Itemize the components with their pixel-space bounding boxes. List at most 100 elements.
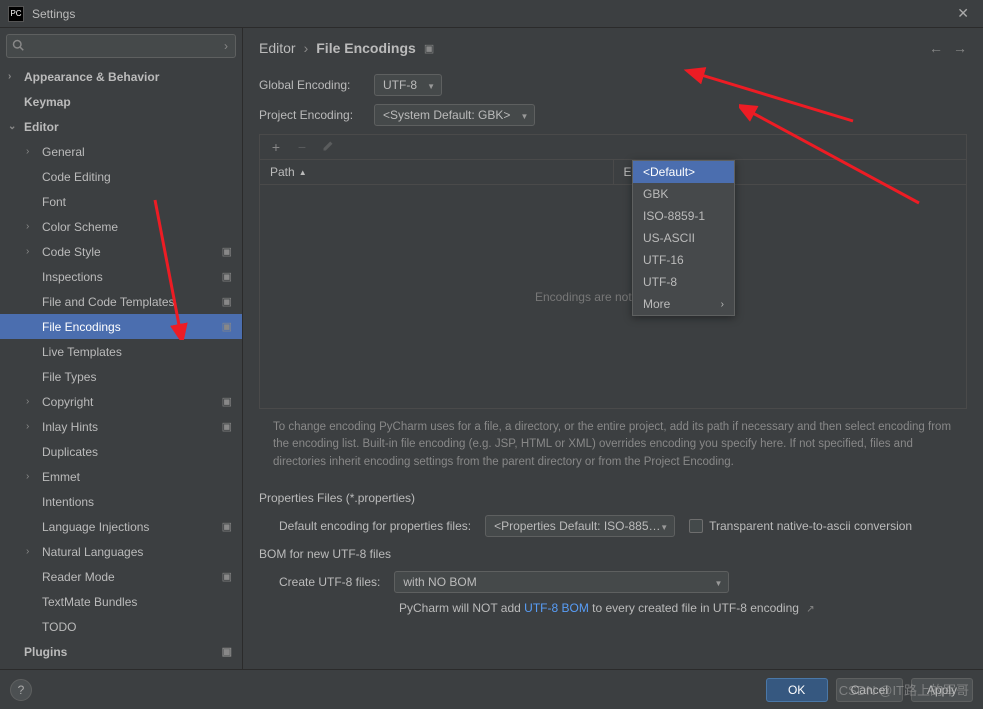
close-button[interactable]: ✕ xyxy=(951,5,975,22)
tree-item-label: Copyright xyxy=(42,395,93,409)
tree-item-label: TextMate Bundles xyxy=(42,595,137,609)
tree-item[interactable]: File Encodings▣ xyxy=(0,314,242,339)
search-input[interactable] xyxy=(6,34,236,58)
tree-item[interactable]: Reader Mode▣ xyxy=(0,564,242,589)
breadcrumb-current: File Encodings xyxy=(316,40,416,56)
transparent-conversion-checkbox[interactable]: Transparent native-to-ascii conversion xyxy=(689,519,912,533)
path-column-header[interactable]: Path ▲ xyxy=(260,160,614,184)
tree-item[interactable]: › Copyright ▣ xyxy=(0,389,242,414)
modified-icon: ▣ xyxy=(222,245,232,258)
apply-button[interactable]: Apply xyxy=(911,678,973,702)
tree-item-label: General xyxy=(42,145,85,159)
tree-item[interactable]: ›Inlay Hints▣ xyxy=(0,414,242,439)
chevron-down-icon: ▼ xyxy=(714,579,722,588)
tree-item[interactable]: ›Emmet xyxy=(0,464,242,489)
window-title: Settings xyxy=(32,7,951,21)
menu-item[interactable]: UTF-16 xyxy=(633,249,734,271)
tree-item[interactable]: TextMate Bundles xyxy=(0,589,242,614)
menu-item[interactable]: More› xyxy=(633,293,734,315)
tree-item[interactable]: Keymap xyxy=(0,89,242,114)
app-logo: PC xyxy=(8,6,24,22)
modified-icon: ▣ xyxy=(222,270,232,283)
chevron-down-icon: ▼ xyxy=(660,523,668,532)
modified-icon: ▣ xyxy=(222,395,232,408)
external-link-icon: ↗ xyxy=(806,604,814,615)
breadcrumb-parent[interactable]: Editor xyxy=(259,40,296,56)
nav-forward-button[interactable]: → xyxy=(953,40,967,56)
tree-item[interactable]: ›General xyxy=(0,139,242,164)
modified-icon: ▣ xyxy=(222,645,232,658)
breadcrumb: Editor › File Encodings ▣ ← → xyxy=(259,40,967,56)
project-encoding-dropdown[interactable]: <System Default: GBK> ▼ xyxy=(374,104,535,126)
search-next-icon[interactable]: › xyxy=(224,39,228,53)
encoding-table-body: Encodings are not configured xyxy=(259,185,967,409)
tree-item-label: TODO xyxy=(42,620,76,634)
chevron-icon: › xyxy=(26,546,38,557)
menu-item[interactable]: UTF-8 xyxy=(633,271,734,293)
tree-item-label: File Encodings xyxy=(42,320,121,334)
settings-tree: ›Appearance & BehaviorKeymap⌄Editor›Gene… xyxy=(0,64,242,669)
tree-item[interactable]: ›Code Style▣ xyxy=(0,239,242,264)
tree-item-label: Editor xyxy=(24,120,59,134)
chevron-icon: ⌄ xyxy=(8,121,20,132)
tree-item-label: Code Editing xyxy=(42,170,111,184)
chevron-icon: › xyxy=(26,421,38,432)
tree-item[interactable]: File Types xyxy=(0,364,242,389)
tree-item[interactable]: Plugins▣ xyxy=(0,639,242,664)
checkbox-icon xyxy=(689,519,703,533)
chevron-icon: › xyxy=(26,396,38,407)
ok-button[interactable]: OK xyxy=(766,678,828,702)
tree-item-label: Duplicates xyxy=(42,445,98,459)
tree-item-label: File Types xyxy=(42,370,96,384)
tree-item[interactable]: File and Code Templates▣ xyxy=(0,289,242,314)
tree-item-label: Font xyxy=(42,195,66,209)
tree-item[interactable]: Language Injections ▣ xyxy=(0,514,242,539)
tree-item[interactable]: Inspections ▣ xyxy=(0,264,242,289)
path-toolbar: + − xyxy=(259,134,967,159)
chevron-right-icon: › xyxy=(304,40,309,56)
tree-item[interactable]: ›Natural Languages xyxy=(0,539,242,564)
modified-icon: ▣ xyxy=(222,520,232,533)
tree-item-label: Inspections xyxy=(42,270,103,284)
project-encoding-label: Project Encoding: xyxy=(259,108,374,122)
help-text: To change encoding PyCharm uses for a fi… xyxy=(259,409,967,481)
help-button[interactable]: ? xyxy=(10,679,32,701)
tree-item[interactable]: Intentions xyxy=(0,489,242,514)
global-encoding-dropdown[interactable]: UTF-8 ▼ xyxy=(374,74,442,96)
remove-button: − xyxy=(294,139,310,155)
tree-item-label: Appearance & Behavior xyxy=(24,70,159,84)
utf8-bom-link[interactable]: UTF-8 BOM xyxy=(524,601,589,615)
add-button[interactable]: + xyxy=(268,139,284,155)
modified-icon: ▣ xyxy=(424,42,434,55)
sort-asc-icon: ▲ xyxy=(299,168,307,177)
create-utf8-dropdown[interactable]: with NO BOM ▼ xyxy=(394,571,729,593)
cancel-button[interactable]: Cancel xyxy=(836,678,903,702)
tree-item-label: Keymap xyxy=(24,95,71,109)
chevron-icon: › xyxy=(8,71,20,82)
tree-item[interactable]: ›Color Scheme xyxy=(0,214,242,239)
modified-icon: ▣ xyxy=(222,420,232,433)
tree-item[interactable]: › Appearance & Behavior xyxy=(0,64,242,89)
tree-item-label: Color Scheme xyxy=(42,220,118,234)
menu-item[interactable]: <Default> xyxy=(633,161,734,183)
global-encoding-label: Global Encoding: xyxy=(259,78,374,92)
chevron-right-icon: › xyxy=(721,299,724,310)
menu-item[interactable]: US-ASCII xyxy=(633,227,734,249)
menu-item[interactable]: GBK xyxy=(633,183,734,205)
edit-button xyxy=(320,139,336,155)
tree-item[interactable]: Live Templates xyxy=(0,339,242,364)
search-icon xyxy=(12,39,24,54)
chevron-down-icon: ▼ xyxy=(427,82,435,91)
tree-item-label: Emmet xyxy=(42,470,80,484)
tree-item[interactable]: Font xyxy=(0,189,242,214)
properties-encoding-dropdown[interactable]: <Properties Default: ISO-885… ▼ xyxy=(485,515,675,537)
tree-item[interactable]: ⌄ Editor xyxy=(0,114,242,139)
tree-item-label: Language Injections xyxy=(42,520,149,534)
tree-item[interactable]: Code Editing xyxy=(0,164,242,189)
chevron-icon: › xyxy=(26,246,38,257)
tree-item[interactable]: TODO xyxy=(0,614,242,639)
menu-item[interactable]: ISO-8859-1 xyxy=(633,205,734,227)
tree-item[interactable]: Duplicates xyxy=(0,439,242,464)
chevron-down-icon: ▼ xyxy=(520,112,528,121)
nav-back-button[interactable]: ← xyxy=(929,40,943,56)
